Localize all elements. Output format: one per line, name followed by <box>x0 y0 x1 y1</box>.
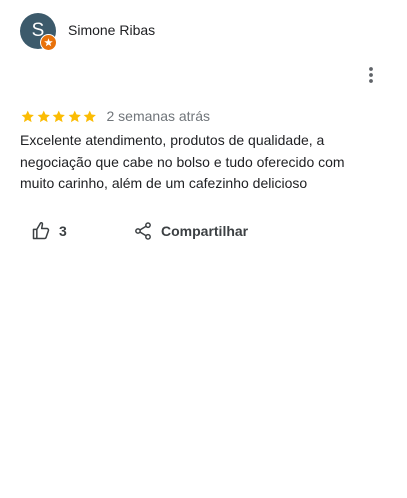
share-button[interactable]: Compartilhar <box>133 219 248 243</box>
more-options-button[interactable] <box>361 64 381 86</box>
review-card: S Simone Ribas 2 semanas atrás Excelente… <box>0 0 407 258</box>
review-date: 2 semanas atrás <box>106 108 211 124</box>
local-guide-badge-icon <box>40 34 57 51</box>
share-icon <box>133 221 153 241</box>
rating-row: 2 semanas atrás <box>20 107 210 125</box>
review-text: Excelente atendimento, produtos de quali… <box>20 132 345 191</box>
reviewer-name[interactable]: Simone Ribas <box>68 22 155 38</box>
like-count: 3 <box>59 223 67 239</box>
star-icon <box>83 110 96 122</box>
star-rating <box>20 109 98 124</box>
star-icon <box>68 110 81 122</box>
star-icon <box>52 110 65 122</box>
like-button[interactable]: 3 <box>31 219 67 243</box>
more-vert-icon <box>361 64 381 86</box>
star-icon <box>37 110 50 122</box>
thumbs-up-icon <box>31 221 51 241</box>
share-label: Compartilhar <box>161 223 249 239</box>
star-icon <box>21 110 34 122</box>
